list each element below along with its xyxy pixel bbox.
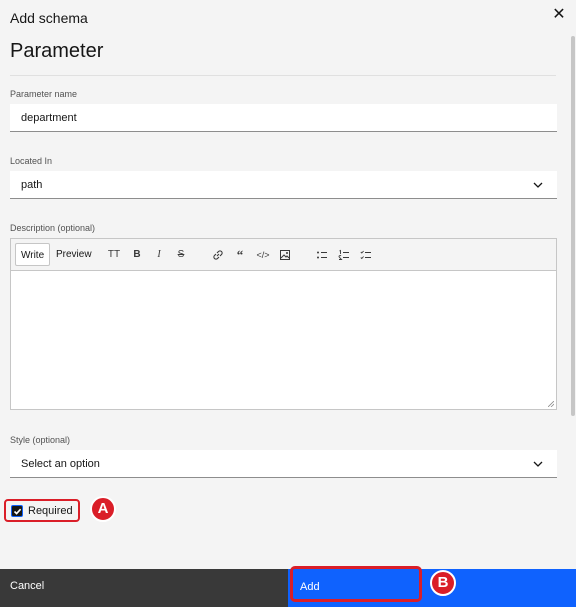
close-icon: ✕ xyxy=(552,6,566,23)
located-in-select[interactable]: path xyxy=(10,171,557,199)
strikethrough-icon[interactable]: S xyxy=(173,247,189,263)
tab-write[interactable]: Write xyxy=(15,243,51,266)
annotation-marker-a: A xyxy=(90,496,116,522)
description-textarea[interactable] xyxy=(11,271,556,409)
code-icon[interactable]: </> xyxy=(255,247,271,263)
modal-footer: Cancel Add xyxy=(0,566,576,607)
chevron-down-icon xyxy=(533,461,543,467)
task-list-icon[interactable] xyxy=(358,247,374,263)
style-value: Select an option xyxy=(21,458,100,470)
italic-icon[interactable]: I xyxy=(151,247,167,263)
image-icon[interactable] xyxy=(277,247,293,263)
parameter-name-label: Parameter name xyxy=(10,89,78,99)
numbered-list-icon[interactable] xyxy=(336,247,352,263)
chevron-down-icon xyxy=(533,182,543,188)
tab-preview[interactable]: Preview xyxy=(51,243,97,266)
bold-icon[interactable]: B xyxy=(129,247,145,263)
required-checkbox[interactable] xyxy=(11,505,23,517)
editor-toolbar: Write Preview TT B I S “ </> xyxy=(11,239,556,271)
modal-title: Parameter xyxy=(10,40,104,62)
add-schema-modal: Add schema ✕ Parameter Parameter name Lo… xyxy=(0,0,576,607)
quote-icon[interactable]: “ xyxy=(232,247,248,263)
annotation-marker-b: B xyxy=(430,570,456,596)
style-select[interactable]: Select an option xyxy=(10,450,557,478)
required-checkbox-row[interactable]: Required xyxy=(4,499,80,522)
text-size-icon[interactable]: TT xyxy=(106,247,122,263)
resize-handle[interactable] xyxy=(548,401,554,407)
link-icon[interactable] xyxy=(210,247,226,263)
modal-header-label: Add schema xyxy=(10,10,88,26)
style-label: Style (optional) xyxy=(10,435,71,445)
description-label: Description (optional) xyxy=(10,223,96,233)
located-in-value: path xyxy=(21,179,43,191)
close-button[interactable]: ✕ xyxy=(550,6,568,24)
scrollbar[interactable] xyxy=(571,36,575,416)
divider xyxy=(10,75,556,76)
cancel-button[interactable]: Cancel xyxy=(0,569,288,607)
add-button-label: Add xyxy=(300,581,320,593)
markdown-editor: Write Preview TT B I S “ </> xyxy=(10,238,557,410)
bulleted-list-icon[interactable] xyxy=(314,247,330,263)
checkmark-icon xyxy=(13,508,22,515)
parameter-name-input[interactable] xyxy=(10,104,557,132)
required-label: Required xyxy=(28,505,73,517)
located-in-label: Located In xyxy=(10,156,53,166)
